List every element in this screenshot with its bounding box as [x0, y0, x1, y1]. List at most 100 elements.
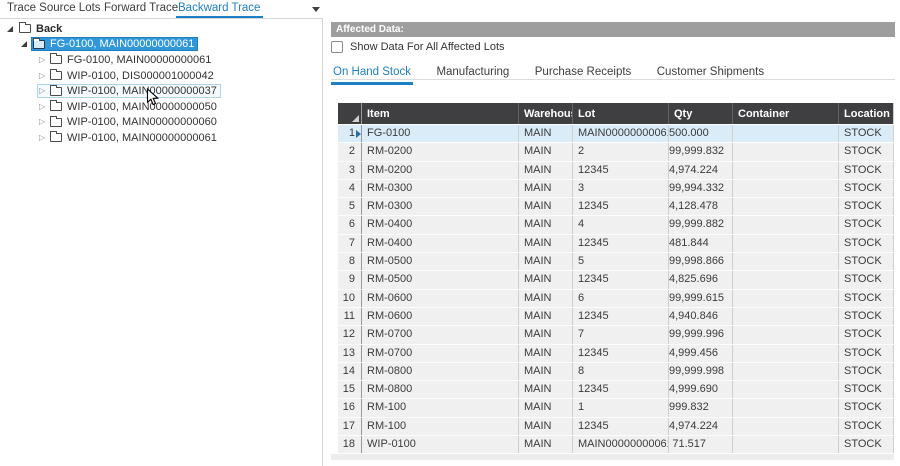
- cell-item[interactable]: RM-0300: [362, 180, 519, 197]
- tree-item[interactable]: ▷ WIP-0100, MAIN00000000061: [0, 130, 320, 146]
- tab-backward-trace[interactable]: Backward Trace: [178, 2, 260, 14]
- collapse-arrow-icon[interactable]: ▷: [39, 56, 50, 64]
- row-number-cell[interactable]: 14: [338, 363, 362, 380]
- cell-item[interactable]: RM-0400: [362, 235, 519, 252]
- cell-lot[interactable]: MAIN00000000061: [573, 125, 669, 142]
- cell-location[interactable]: STOCK: [839, 198, 894, 215]
- cell-qty[interactable]: 99,998.866: [669, 253, 733, 270]
- row-number-cell[interactable]: 1: [338, 125, 362, 142]
- cell-lot[interactable]: 3: [573, 180, 669, 197]
- row-number-cell[interactable]: 4: [338, 180, 362, 197]
- cell-item[interactable]: RM-0400: [362, 216, 519, 233]
- expand-arrow-icon[interactable]: [21, 41, 32, 47]
- row-number-cell[interactable]: 16: [338, 399, 362, 416]
- cell-item[interactable]: RM-0800: [362, 381, 519, 398]
- tree-item[interactable]: ▷ WIP-0100, MAIN00000000060: [0, 115, 320, 131]
- table-row[interactable]: 9 RM-0500 MAIN 12345 4,825.696 STOCK: [338, 271, 894, 289]
- cell-warehouse[interactable]: MAIN: [519, 436, 573, 453]
- table-row[interactable]: 13 RM-0700 MAIN 12345 4,999.456 STOCK: [338, 345, 894, 363]
- collapse-arrow-icon[interactable]: ▷: [39, 118, 50, 126]
- cell-warehouse[interactable]: MAIN: [519, 271, 573, 288]
- cell-warehouse[interactable]: MAIN: [519, 326, 573, 343]
- cell-qty[interactable]: 999.832: [669, 399, 733, 416]
- table-row[interactable]: 10 RM-0600 MAIN 6 99,999.615 STOCK: [338, 290, 894, 308]
- table-row[interactable]: 15 RM-0800 MAIN 12345 4,999.690 STOCK: [338, 381, 894, 399]
- cell-qty[interactable]: 4,974.224: [669, 418, 733, 435]
- row-number-cell[interactable]: 11: [338, 308, 362, 325]
- row-number-cell[interactable]: 3: [338, 162, 362, 179]
- cell-lot[interactable]: 12345: [573, 381, 669, 398]
- cell-location[interactable]: STOCK: [839, 143, 894, 160]
- cell-container[interactable]: [733, 253, 839, 270]
- row-number-cell[interactable]: 18: [338, 436, 362, 453]
- table-row[interactable]: 7 RM-0400 MAIN 12345 481.844 STOCK: [338, 235, 894, 253]
- cell-location[interactable]: STOCK: [839, 363, 894, 380]
- cell-warehouse[interactable]: MAIN: [519, 143, 573, 160]
- table-row[interactable]: 1 FG-0100 MAIN MAIN00000000061 500.000 S…: [338, 125, 894, 143]
- cell-warehouse[interactable]: MAIN: [519, 308, 573, 325]
- cell-container[interactable]: [733, 399, 839, 416]
- cell-location[interactable]: STOCK: [839, 399, 894, 416]
- row-number-cell[interactable]: 12: [338, 326, 362, 343]
- cell-lot[interactable]: 7: [573, 326, 669, 343]
- collapse-arrow-icon[interactable]: ▷: [39, 72, 50, 80]
- cell-container[interactable]: [733, 436, 839, 453]
- cell-location[interactable]: STOCK: [839, 125, 894, 142]
- cell-location[interactable]: STOCK: [839, 308, 894, 325]
- cell-location[interactable]: STOCK: [839, 290, 894, 307]
- cell-item[interactable]: RM-0500: [362, 253, 519, 270]
- cell-lot[interactable]: 2: [573, 143, 669, 160]
- cell-lot[interactable]: 5: [573, 253, 669, 270]
- cell-location[interactable]: STOCK: [839, 326, 894, 343]
- cell-item[interactable]: RM-0300: [362, 198, 519, 215]
- cell-warehouse[interactable]: MAIN: [519, 418, 573, 435]
- row-number-cell[interactable]: 7: [338, 235, 362, 252]
- cell-container[interactable]: [733, 326, 839, 343]
- cell-warehouse[interactable]: MAIN: [519, 399, 573, 416]
- cell-warehouse[interactable]: MAIN: [519, 381, 573, 398]
- cell-location[interactable]: STOCK: [839, 162, 894, 179]
- cell-warehouse[interactable]: MAIN: [519, 180, 573, 197]
- show-all-lots-checkbox[interactable]: [331, 41, 343, 53]
- cell-warehouse[interactable]: MAIN: [519, 253, 573, 270]
- cell-location[interactable]: STOCK: [839, 271, 894, 288]
- cell-lot[interactable]: MAIN00000000061: [573, 436, 669, 453]
- cell-warehouse[interactable]: MAIN: [519, 125, 573, 142]
- cell-lot[interactable]: 1: [573, 399, 669, 416]
- cell-warehouse[interactable]: MAIN: [519, 345, 573, 362]
- cell-container[interactable]: [733, 381, 839, 398]
- row-number-cell[interactable]: 2: [338, 143, 362, 160]
- collapse-arrow-icon[interactable]: ▷: [39, 103, 50, 111]
- cell-container[interactable]: [733, 271, 839, 288]
- cell-container[interactable]: [733, 125, 839, 142]
- column-header-warehouse[interactable]: Warehouse: [519, 103, 573, 124]
- row-number-cell[interactable]: 6: [338, 216, 362, 233]
- cell-item[interactable]: RM-100: [362, 418, 519, 435]
- cell-item[interactable]: RM-0600: [362, 308, 519, 325]
- cell-qty[interactable]: 500.000: [669, 125, 733, 142]
- cell-qty[interactable]: 99,999.882: [669, 216, 733, 233]
- cell-container[interactable]: [733, 198, 839, 215]
- panel-divider[interactable]: [322, 18, 323, 466]
- table-row[interactable]: 18 WIP-0100 MAIN MAIN00000000061 71.517 …: [338, 436, 894, 454]
- cell-location[interactable]: STOCK: [839, 253, 894, 270]
- tree-item[interactable]: ▷ WIP-0100, MAIN00000000037: [0, 83, 320, 99]
- column-header-location[interactable]: Location: [839, 103, 894, 124]
- cell-warehouse[interactable]: MAIN: [519, 290, 573, 307]
- cell-qty[interactable]: 99,999.998: [669, 363, 733, 380]
- cell-location[interactable]: STOCK: [839, 345, 894, 362]
- cell-container[interactable]: [733, 162, 839, 179]
- tree-item[interactable]: ▷ WIP-0100, DIS000001000042: [0, 68, 320, 84]
- table-row[interactable]: 6 RM-0400 MAIN 4 99,999.882 STOCK: [338, 216, 894, 234]
- cell-warehouse[interactable]: MAIN: [519, 363, 573, 380]
- row-number-cell[interactable]: 5: [338, 198, 362, 215]
- cell-item[interactable]: RM-100: [362, 399, 519, 416]
- tree-item[interactable]: ▷ WIP-0100, MAIN00000000050: [0, 99, 320, 115]
- cell-location[interactable]: STOCK: [839, 436, 894, 453]
- cell-qty[interactable]: 4,974.224: [669, 162, 733, 179]
- cell-container[interactable]: [733, 235, 839, 252]
- cell-warehouse[interactable]: MAIN: [519, 216, 573, 233]
- cell-qty[interactable]: 4,128.478: [669, 198, 733, 215]
- cell-warehouse[interactable]: MAIN: [519, 162, 573, 179]
- table-row[interactable]: 12 RM-0700 MAIN 7 99,999.996 STOCK: [338, 326, 894, 344]
